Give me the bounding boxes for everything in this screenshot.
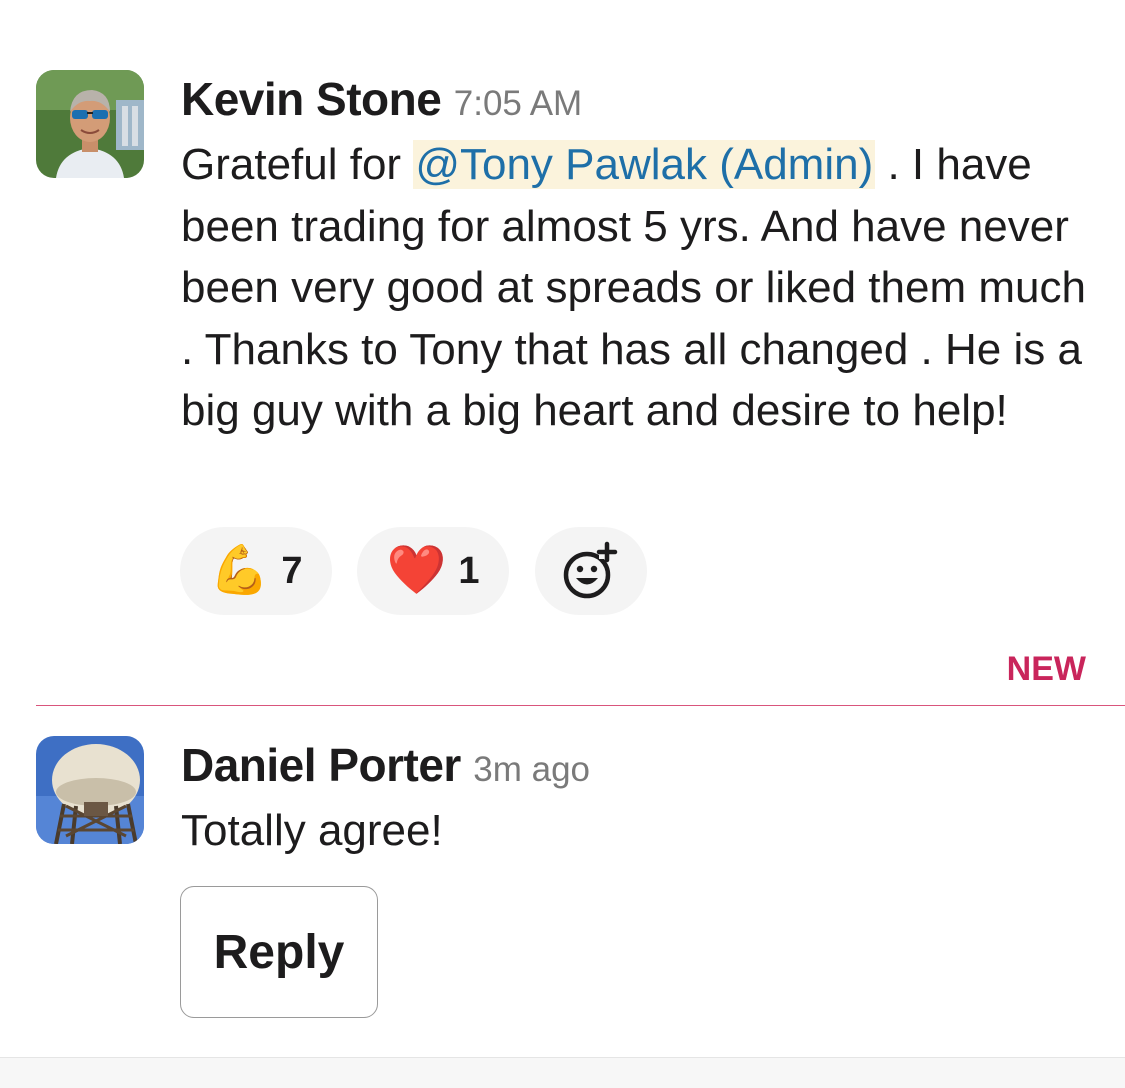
message-text: Grateful for @Tony Pawlak (Admin) . I ha… — [181, 134, 1096, 442]
reaction-red-heart[interactable]: ❤️ 1 — [357, 527, 509, 615]
reaction-count: 1 — [458, 549, 480, 592]
author-name[interactable]: Kevin Stone — [181, 73, 442, 125]
message-text: Totally agree! — [181, 806, 443, 855]
avatar[interactable] — [36, 736, 144, 844]
user-mention[interactable]: @Tony Pawlak (Admin) — [413, 140, 876, 189]
avatar-image — [36, 736, 144, 844]
new-messages-label: NEW — [1006, 650, 1086, 688]
message-header: Daniel Porter 3m ago — [181, 738, 590, 792]
message-text-before: Grateful for — [181, 140, 414, 189]
red-heart-icon: ❤️ — [386, 544, 447, 597]
add-reaction-button[interactable] — [535, 527, 647, 615]
author-name[interactable]: Daniel Porter — [181, 739, 461, 791]
avatar[interactable] — [36, 70, 144, 178]
reply-button[interactable]: Reply — [180, 886, 378, 1018]
bottom-bar — [0, 1057, 1125, 1088]
avatar-image — [36, 70, 144, 178]
new-messages-divider — [36, 705, 1125, 706]
reaction-count: 7 — [281, 549, 303, 592]
message-header: Kevin Stone 7:05 AM — [181, 72, 582, 126]
message-timestamp[interactable]: 7:05 AM — [454, 84, 582, 123]
message-timestamp[interactable]: 3m ago — [473, 750, 590, 789]
add-reaction-icon — [563, 541, 618, 599]
reaction-flexed-biceps[interactable]: 💪 7 — [180, 527, 332, 615]
flexed-biceps-icon: 💪 — [209, 544, 270, 597]
